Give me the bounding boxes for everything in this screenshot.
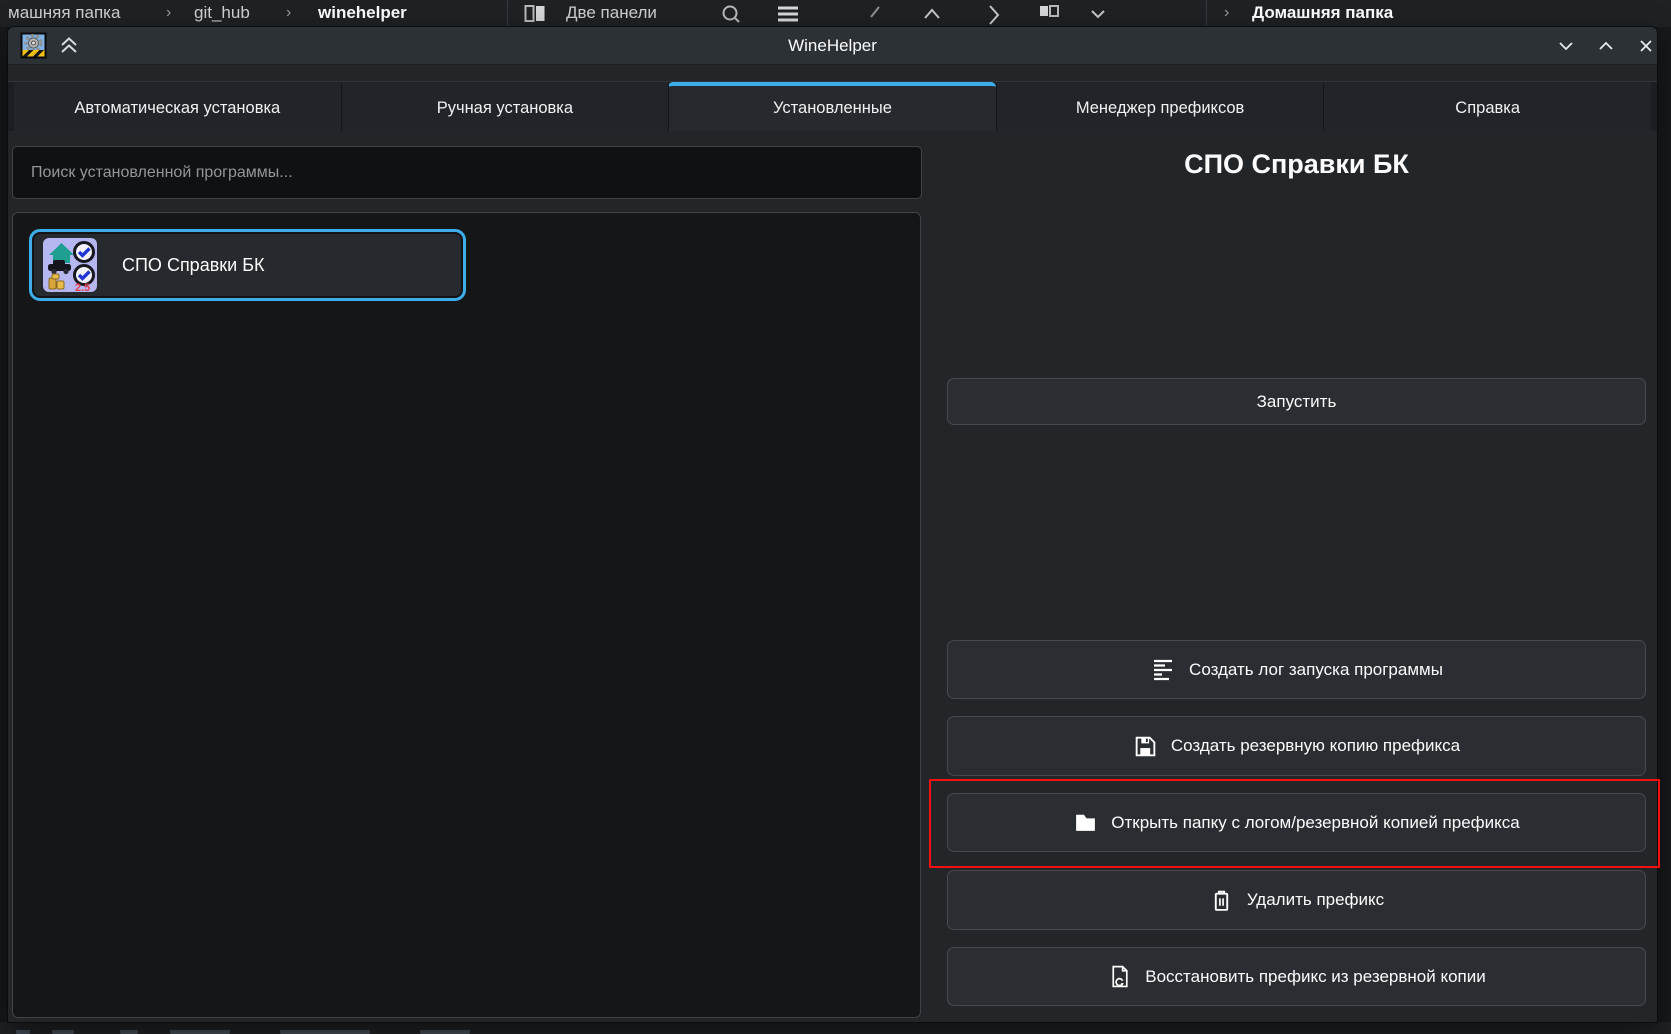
up-arrow-icon[interactable] [922,3,942,25]
bg-breadcrumb-home[interactable]: машняя папка [8,3,120,23]
create-log-label: Создать лог запуска программы [1189,660,1443,680]
tab-prefix-manager[interactable]: Менеджер префиксов [996,82,1324,131]
tab-label: Установленные [773,99,892,118]
backup-prefix-label: Создать резервную копию префикса [1171,736,1460,756]
backup-prefix-button[interactable]: Создать резервную копию префикса [947,716,1646,776]
app-list-item[interactable]: 2.5 СПО Справки БК [29,229,466,301]
log-lines-icon [1150,657,1176,683]
clipped-text-fragment [120,1030,138,1034]
bg-breadcrumb-right-home[interactable]: Домашняя папка [1252,3,1393,23]
desktop: машняя папка › git_hub › winehelper Две … [0,0,1671,1034]
tab-auto-install[interactable]: Автоматическая установка [14,82,341,131]
run-button-label: Запустить [1257,392,1337,412]
spo-spravki-app-icon: 2.5 [43,238,97,292]
tab-help[interactable]: Справка [1323,82,1651,131]
search-input[interactable] [12,146,922,199]
tab-label: Справка [1455,99,1520,118]
breadcrumb-separator-icon: › [166,4,171,22]
bg-breadcrumb-dir[interactable]: git_hub [194,3,250,23]
bg-breadcrumb-current[interactable]: winehelper [318,3,407,23]
clipped-text-fragment [170,1030,230,1034]
toolbar-divider [507,0,508,27]
back-chevron-icon[interactable] [866,3,884,25]
clipped-text-fragment [16,1030,30,1034]
trash-icon [1209,888,1234,913]
tab-installed[interactable]: Установленные [668,82,996,131]
tab-label: Менеджер префиксов [1076,99,1245,118]
folder-icon [1073,810,1098,835]
clipped-text-fragment [280,1030,370,1034]
maximize-icon[interactable] [1596,36,1616,56]
document-restore-icon [1107,964,1132,989]
view-mode-icon[interactable] [1038,3,1060,25]
titlebar[interactable]: WineHelper [8,27,1657,65]
open-folder-label: Открыть папку с логом/резервной копией п… [1111,813,1519,833]
dropdown-caret-icon[interactable] [1090,8,1106,22]
two-panels-label[interactable]: Две панели [566,3,657,23]
tab-manual-install[interactable]: Ручная установка [341,82,669,131]
run-button[interactable]: Запустить [947,378,1646,425]
winehelper-window: WineHelper Автоматическая установка Ручн… [8,27,1657,1022]
toolbar-divider [1206,0,1207,27]
open-folder-button[interactable]: Открыть папку с логом/резервной копией п… [947,793,1646,852]
minimize-icon[interactable] [1556,36,1576,56]
background-file-manager-toolbar: машняя папка › git_hub › winehelper Две … [0,0,1671,27]
restore-prefix-button[interactable]: Восстановить префикс из резервной копии [947,947,1646,1006]
window-title: WineHelper [8,27,1657,64]
delete-prefix-label: Удалить префикс [1247,890,1384,910]
tab-bar: Автоматическая установка Ручная установк… [8,81,1657,131]
clipped-text-fragment [420,1030,470,1034]
forward-chevron-icon[interactable] [986,3,1002,25]
close-icon[interactable] [1636,36,1656,56]
hamburger-menu-icon[interactable] [776,3,800,25]
tab-label: Ручная установка [437,99,573,118]
installed-apps-list: 2.5 СПО Справки БК [12,212,921,1018]
app-icon-version-badge: 2.5 [75,282,90,292]
app-list-item-label: СПО Справки БК [122,255,265,276]
restore-prefix-label: Восстановить префикс из резервной копии [1145,967,1485,987]
delete-prefix-button[interactable]: Удалить префикс [947,870,1646,930]
breadcrumb-separator-icon: › [286,4,291,22]
tab-label: Автоматическая установка [74,99,280,118]
background-bottom-strip [0,1022,1671,1034]
create-log-button[interactable]: Создать лог запуска программы [947,640,1646,699]
breadcrumb-separator-icon: › [1224,4,1229,22]
selected-app-title: СПО Справки БК [947,149,1646,180]
clipped-text-fragment [52,1030,74,1034]
floppy-save-icon [1133,734,1158,759]
search-icon[interactable] [720,3,742,25]
two-panels-icon[interactable] [524,3,546,25]
